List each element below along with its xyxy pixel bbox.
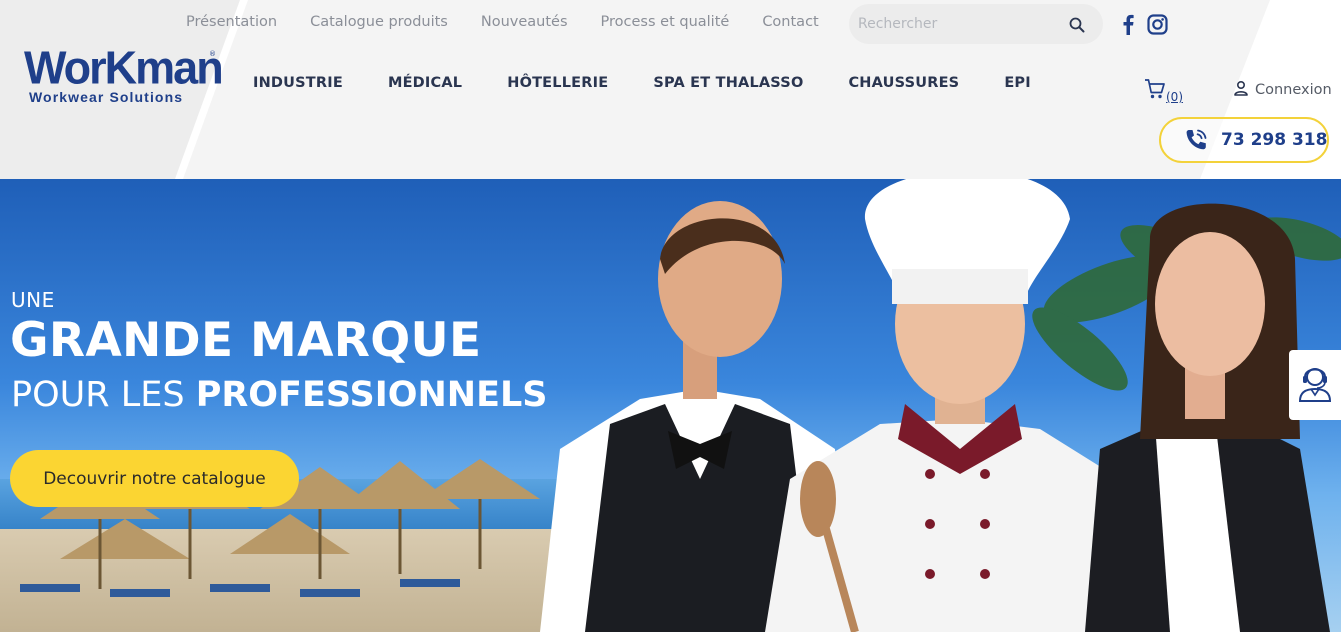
topnav-presentation[interactable]: Présentation [186,14,277,34]
discover-catalogue-button[interactable]: Decouvrir notre catalogue [10,450,299,507]
instagram-icon[interactable] [1146,12,1168,36]
main-navigation: INDUSTRIE MÉDICAL HÔTELLERIE SPA ET THAL… [253,75,1076,91]
user-icon [1233,80,1249,100]
topnav-nouveautes[interactable]: Nouveautés [481,14,568,34]
cart-count: (0) [1166,90,1183,104]
search-input[interactable] [858,13,1058,35]
workman-logo[interactable]: WorKman ® Workwear Solutions [24,41,224,108]
hero-subheadline-light: POUR LES [11,375,196,415]
mainnav-medical[interactable]: MÉDICAL [388,75,462,91]
facebook-icon[interactable] [1117,12,1139,36]
top-navigation: Présentation Catalogue produits Nouveaut… [186,14,852,34]
cart-button[interactable]: (0) [1144,78,1183,104]
logo-registered-mark: ® [209,50,216,58]
hero-kicker: UNE [11,288,55,312]
hero-headline: GRANDE MARQUE [10,313,482,368]
logo-wordmark: WorKman [24,41,224,94]
login-link[interactable]: Connexion [1233,80,1332,100]
phone-button[interactable]: 73 298 318 [1159,117,1329,163]
search-bar [849,4,1103,44]
support-agent-icon [1298,363,1332,407]
mainnav-industrie[interactable]: INDUSTRIE [253,75,343,91]
logo-tagline: Workwear Solutions [29,89,184,105]
topnav-contact[interactable]: Contact [762,14,818,34]
cart-icon [1144,78,1166,104]
hero-subheadline-bold: PROFESSIONNELS [195,375,548,415]
topnav-process-qualite[interactable]: Process et qualité [601,14,730,34]
hero-subheadline: POUR LES PROFESSIONNELS [11,375,547,415]
site-header: WorKman ® Workwear Solutions Présentatio… [0,0,1341,179]
mainnav-epi[interactable]: EPI [1004,75,1031,91]
mainnav-chaussures[interactable]: CHAUSSURES [848,75,959,91]
phone-icon [1183,127,1209,153]
mainnav-hotellerie[interactable]: HÔTELLERIE [507,75,608,91]
hero-banner: UNE GRANDE MARQUE POUR LES PROFESSIONNEL… [0,179,1341,632]
mainnav-spa-thalasso[interactable]: SPA ET THALASSO [653,75,803,91]
search-icon[interactable] [1068,16,1086,34]
login-label: Connexion [1255,82,1332,98]
phone-number: 73 298 318 [1221,130,1328,150]
support-widget[interactable] [1289,350,1341,420]
topnav-catalogue[interactable]: Catalogue produits [310,14,448,34]
